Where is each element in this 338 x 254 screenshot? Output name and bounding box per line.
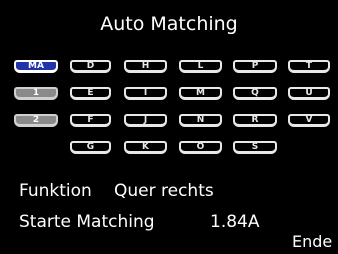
- ende-button[interactable]: Ende: [292, 231, 332, 253]
- key-v[interactable]: V: [288, 114, 330, 127]
- key-h[interactable]: H: [124, 60, 167, 73]
- key-e[interactable]: E: [70, 87, 111, 100]
- key-p[interactable]: P: [233, 60, 277, 73]
- key-2[interactable]: 2: [14, 114, 58, 127]
- key-f[interactable]: F: [70, 114, 111, 127]
- key-l[interactable]: L: [179, 60, 222, 73]
- key-n[interactable]: N: [179, 114, 222, 127]
- key-i[interactable]: I: [124, 87, 167, 100]
- key-t[interactable]: T: [288, 60, 330, 73]
- funktion-value: Quer rechts: [114, 181, 214, 201]
- key-d[interactable]: D: [70, 60, 111, 73]
- key-ma[interactable]: MA: [14, 60, 58, 73]
- starte-matching-label: Starte Matching: [19, 212, 155, 232]
- key-1[interactable]: 1: [14, 87, 58, 100]
- key-u[interactable]: U: [288, 87, 330, 100]
- funktion-label: Funktion: [19, 181, 92, 201]
- key-q[interactable]: Q: [233, 87, 277, 100]
- current-value: 1.84A: [210, 212, 260, 232]
- key-m[interactable]: M: [179, 87, 222, 100]
- key-o[interactable]: O: [179, 141, 222, 154]
- key-j[interactable]: J: [124, 114, 167, 127]
- key-s[interactable]: S: [233, 141, 277, 154]
- key-g[interactable]: G: [70, 141, 111, 154]
- screen-title: Auto Matching: [100, 13, 238, 35]
- key-r[interactable]: R: [233, 114, 277, 127]
- key-k[interactable]: K: [124, 141, 167, 154]
